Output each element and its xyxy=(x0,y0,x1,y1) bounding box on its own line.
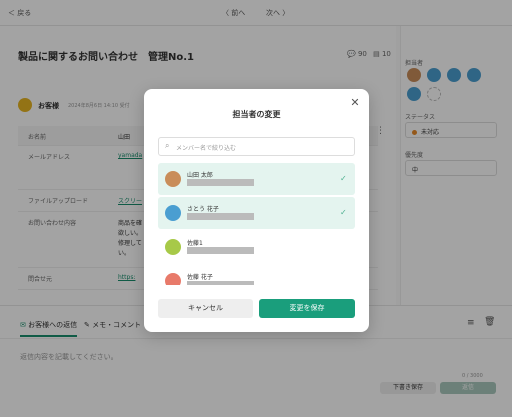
member-email-bar xyxy=(187,247,254,254)
avatar xyxy=(165,239,181,255)
cancel-button[interactable]: キャンセル xyxy=(158,299,253,318)
member-name: さとう 花子 xyxy=(187,206,219,213)
list-item[interactable]: 佐藤1 xyxy=(158,231,355,263)
member-name: 佐藤1 xyxy=(187,240,203,247)
avatar xyxy=(165,205,181,221)
list-item[interactable]: 山田 太郎 ✓ xyxy=(158,163,355,195)
member-email-bar xyxy=(187,179,254,186)
member-search-input[interactable]: ⌕ メンバー名で絞り込む xyxy=(158,137,355,156)
close-icon[interactable]: ✕ xyxy=(349,97,361,109)
assignee-modal: 担当者の変更 ✕ ⌕ メンバー名で絞り込む 山田 太郎 ✓ さとう 花子 ✓ 佐… xyxy=(144,89,369,332)
check-icon: ✓ xyxy=(340,174,347,183)
avatar xyxy=(165,273,181,285)
member-email-bar xyxy=(187,281,254,285)
search-icon: ⌕ xyxy=(165,141,170,150)
avatar xyxy=(165,171,181,187)
member-name: 佐藤 花子 xyxy=(187,274,213,281)
save-button[interactable]: 変更を保存 xyxy=(259,299,355,318)
member-list: 山田 太郎 ✓ さとう 花子 ✓ 佐藤1 佐藤 花子 xyxy=(158,163,355,285)
member-email-bar xyxy=(187,213,254,220)
list-item[interactable]: 佐藤 花子 xyxy=(158,265,355,285)
search-placeholder: メンバー名で絞り込む xyxy=(176,145,237,152)
check-icon: ✓ xyxy=(340,208,347,217)
list-item[interactable]: さとう 花子 ✓ xyxy=(158,197,355,229)
modal-title: 担当者の変更 xyxy=(232,110,281,119)
member-name: 山田 太郎 xyxy=(187,172,213,179)
